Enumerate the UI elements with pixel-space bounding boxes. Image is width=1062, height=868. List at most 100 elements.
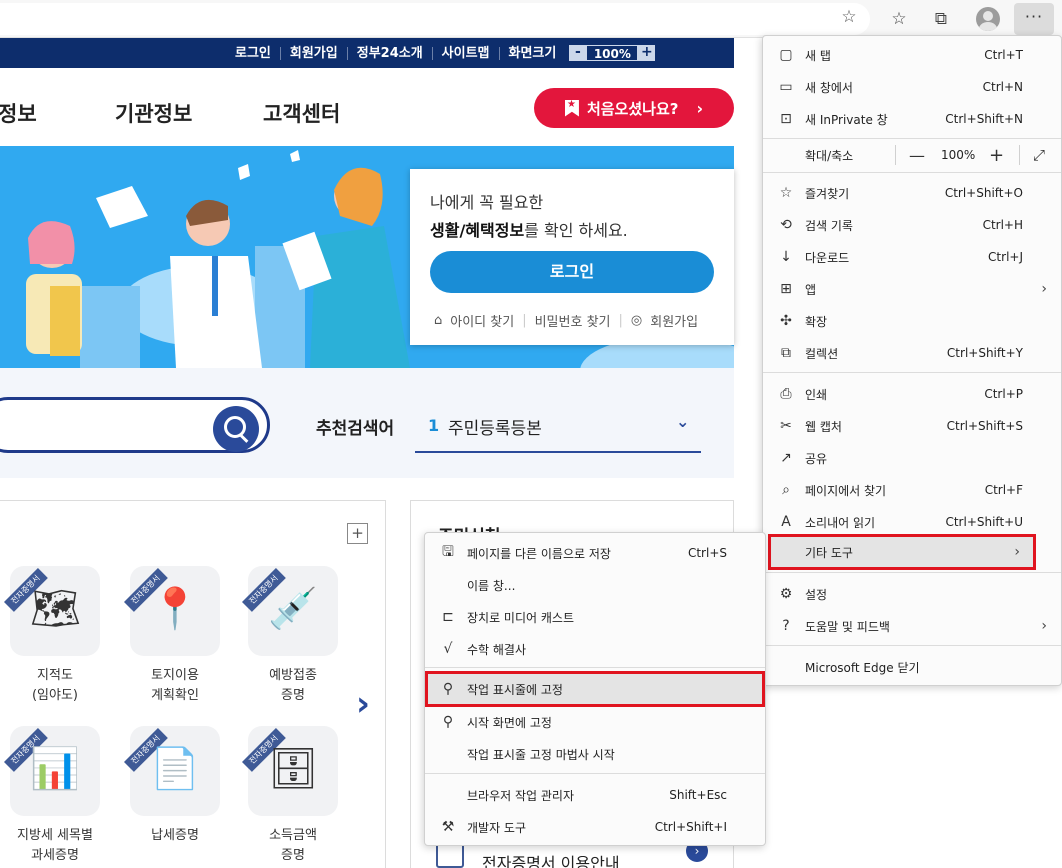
nav-customer-center[interactable]: 고객센터 — [263, 98, 340, 128]
login-card: 나에게 꼭 필요한 생활/혜택정보를 확인 하세요. 로그인 ⌂ 아이디 찾기 … — [410, 169, 734, 345]
site-utility-bar: 로그인 회원가입 정부24소개 사이트맵 화면크기 - 100% + — [0, 38, 734, 68]
menu-share[interactable]: ↗ 공유 — [763, 442, 1061, 474]
menu-print[interactable]: ⎙ 인쇄 Ctrl+P — [763, 378, 1061, 410]
find-id-link[interactable]: 아이디 찾기 — [450, 311, 514, 330]
extensions-icon: ✣ — [780, 313, 792, 329]
nav-info[interactable]: 정보 — [0, 98, 37, 128]
menu-new-tab[interactable]: ▢ 새 탭 Ctrl+T — [763, 39, 1061, 71]
print-icon: ⎙ — [780, 386, 792, 402]
menu-divider — [425, 773, 765, 774]
menu-new-window[interactable]: ▭ 새 창에서 Ctrl+N — [763, 71, 1061, 103]
signup-link[interactable]: 회원가입 — [281, 46, 348, 60]
fullscreen-icon[interactable]: ⤢ — [1033, 146, 1045, 164]
e-certificate-guide-link[interactable]: 전자증명서 이용안내 — [482, 850, 620, 868]
new-window-icon: ▭ — [779, 79, 793, 95]
more-tools-submenu: 🖫 페이지를 다른 이름으로 저장 Ctrl+S 이름 창... ⊏ 장치로 미디어 … — [424, 532, 766, 846]
user-icon: ◎ — [630, 313, 643, 328]
menu-extensions[interactable]: ✣ 확장 — [763, 305, 1061, 337]
service-tile-land-use[interactable]: 전자증명서 📍 — [124, 566, 220, 656]
share-icon: ↗ — [780, 450, 792, 466]
submenu-pin-wizard[interactable]: 작업 표시줄 고정 마법사 시작 — [425, 738, 765, 770]
service-label: 지방세 세목별 과세증명 — [17, 828, 93, 863]
menu-zoom: 확대/축소 — 100% + ⤢ — [805, 144, 1046, 166]
menu-find-in-page[interactable]: ⌕ 페이지에서 찾기 Ctrl+F — [763, 474, 1061, 506]
login-card-line2-rest: 를 확인 하세요. — [524, 221, 628, 240]
menu-downloads[interactable]: ↓ 다운로드 Ctrl+J — [763, 241, 1061, 273]
developer-tools-icon: ⚒ — [441, 819, 455, 835]
zoom-label: 화면크기 — [508, 45, 557, 61]
submenu-name-window[interactable]: 이름 창... — [425, 569, 765, 601]
zoom-out-button[interactable]: — — [909, 146, 925, 165]
menu-divider — [895, 145, 896, 165]
panel-expand-button[interactable]: + — [347, 523, 368, 544]
chevron-right-icon: › — [696, 98, 704, 118]
menu-favorites[interactable]: ☆ 즐겨찾기 Ctrl+Shift+O — [763, 177, 1061, 209]
search-icon[interactable] — [213, 406, 259, 452]
collections-icon[interactable]: ⧉ — [929, 7, 953, 31]
menu-divider — [763, 372, 1061, 373]
database-icon: 🗄 — [268, 746, 319, 792]
bookmark-icon — [564, 99, 579, 117]
service-label: 토지이용 계획확인 — [151, 668, 199, 703]
inprivate-icon: ⊡ — [780, 111, 792, 127]
address-bar[interactable] — [0, 3, 870, 35]
menu-more-tools[interactable]: 기타 도구 › — [768, 534, 1036, 570]
submenu-cast-media[interactable]: ⊏ 장치로 미디어 캐스트 — [425, 601, 765, 633]
login-link[interactable]: 로그인 — [226, 46, 281, 60]
menu-help-feedback[interactable]: ? 도움말 및 피드백 › — [763, 610, 1061, 642]
service-label: 지적도 (임야도) — [31, 668, 79, 703]
submenu-save-page-as[interactable]: 🖫 페이지를 다른 이름으로 저장 Ctrl+S — [425, 537, 765, 569]
recommended-term[interactable]: 주민등록등본 — [448, 414, 542, 439]
hero-illustration — [26, 150, 410, 368]
menu-collections[interactable]: ⧉ 컬렉션 Ctrl+Shift+Y — [763, 337, 1061, 369]
submenu-developer-tools[interactable]: ⚒ 개발자 도구 Ctrl+Shift+I — [425, 811, 765, 843]
find-password-link[interactable]: 비밀번호 찾기 — [535, 311, 611, 330]
recommended-underline — [415, 451, 701, 453]
service-label: 예방접종 증명 — [269, 668, 317, 703]
menu-inprivate[interactable]: ⊡ 새 InPrivate 창 Ctrl+Shift+N — [763, 103, 1061, 135]
add-favorite-icon[interactable]: ☆ — [838, 6, 860, 28]
menu-divider — [425, 667, 765, 668]
service-tile-cadastral-map[interactable]: 전자증명서 🗺 — [4, 566, 100, 656]
zoom-in-button[interactable]: + — [989, 145, 1004, 166]
service-tile-local-tax[interactable]: 전자증명서 📊 — [4, 726, 100, 816]
edge-settings-menu: ▢ 새 탭 Ctrl+T ▭ 새 창에서 Ctrl+N ⊡ 새 InPrivate 창 Ct… — [762, 35, 1062, 686]
recommended-search-label: 추천검색어 — [316, 419, 395, 439]
submenu-math-solver[interactable]: √ 수학 해결사 — [425, 633, 765, 665]
menu-settings[interactable]: ⚙ 설정 — [763, 578, 1061, 610]
join-link[interactable]: 회원가입 — [650, 311, 698, 330]
submenu-pin-to-start[interactable]: ⚲ 시작 화면에 고정 — [425, 706, 765, 738]
web-capture-icon: ✂ — [780, 418, 792, 434]
about-link[interactable]: 정부24소개 — [348, 46, 433, 60]
login-button[interactable]: 로그인 — [430, 251, 714, 293]
nav-agency-info[interactable]: 기관정보 — [115, 98, 192, 128]
service-tile-vaccination[interactable]: 전자증명서 💉 — [242, 566, 338, 656]
camera-icon: ⌂ — [434, 313, 443, 328]
favorites-icon[interactable]: ☆ — [887, 7, 911, 31]
chevron-right-icon: › — [1041, 281, 1047, 297]
map-pin-icon: 📍 — [150, 586, 200, 632]
sitemap-link[interactable]: 사이트맵 — [433, 46, 500, 60]
chart-board-icon: 📊 — [30, 746, 80, 792]
profile-avatar[interactable] — [976, 7, 1000, 31]
first-visit-label: 처음오셨나요? — [586, 99, 679, 118]
menu-divider — [763, 572, 1061, 573]
service-tile-income[interactable]: 전자증명서 🗄 — [242, 726, 338, 816]
next-arrow-icon[interactable]: › — [356, 684, 370, 724]
settings-more-button[interactable]: ··· — [1014, 3, 1054, 35]
site-zoom-in-button[interactable]: + — [638, 45, 656, 61]
save-icon: 🖫 — [442, 544, 454, 560]
menu-apps[interactable]: ⊞ 앱 › — [763, 273, 1061, 305]
pin-icon: ⚲ — [442, 714, 454, 730]
service-tile-tax-payment[interactable]: 전자증명서 📄 — [124, 726, 220, 816]
cast-icon: ⊏ — [442, 609, 454, 625]
menu-web-capture[interactable]: ✂ 웹 캡처 Ctrl+Shift+S — [763, 410, 1061, 442]
site-zoom-out-button[interactable]: - — [569, 45, 587, 61]
menu-history[interactable]: ⟲ 검색 기록 Ctrl+H — [763, 209, 1061, 241]
menu-close-edge[interactable]: Microsoft Edge 닫기 — [763, 651, 1061, 683]
chevron-down-icon[interactable]: ⌄ — [676, 412, 689, 431]
submenu-task-manager[interactable]: 브라우저 작업 관리자 Shift+Esc — [425, 779, 765, 811]
submenu-pin-to-taskbar[interactable]: ⚲ 작업 표시줄에 고정 — [425, 671, 765, 707]
divider: | — [618, 313, 623, 328]
first-visit-button[interactable]: 처음오셨나요? › — [534, 88, 734, 128]
